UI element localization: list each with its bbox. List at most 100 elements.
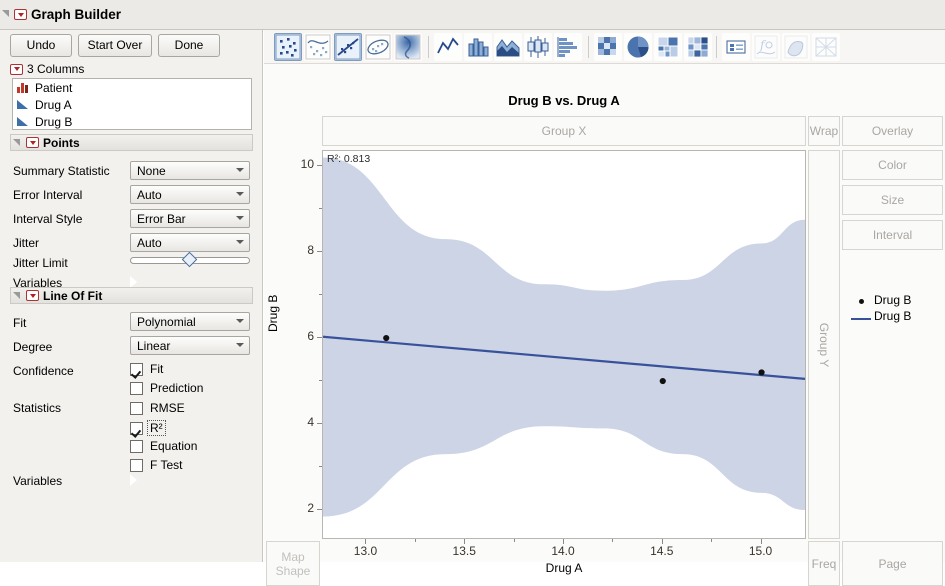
slider-thumb[interactable] <box>181 251 198 268</box>
dropzone-map-shape-line1: Map <box>281 549 305 564</box>
plot-canvas[interactable] <box>322 151 806 538</box>
confidence-prediction-checkbox[interactable] <box>130 381 143 395</box>
dropzone-interval[interactable]: Interval <box>842 220 943 250</box>
treemap-icon[interactable] <box>654 33 682 61</box>
statistics-rsquared-checkbox-row[interactable]: R² <box>130 420 166 436</box>
columns-header[interactable]: 3 Columns <box>10 62 84 76</box>
data-point[interactable] <box>758 369 765 376</box>
statistics-ftest-checkbox[interactable] <box>130 458 143 472</box>
error-interval-value: Auto <box>137 187 162 202</box>
chevron-down-icon <box>236 216 244 220</box>
plot-frame[interactable]: R²: 0.813 <box>322 150 806 539</box>
x-axis-tick-mark <box>365 539 367 544</box>
bar-chart-icon[interactable] <box>464 33 492 61</box>
area-chart-icon[interactable] <box>494 33 522 61</box>
statistics-rmse-label: RMSE <box>150 401 185 415</box>
statistics-ftest-checkbox-row[interactable]: F Test <box>130 458 182 472</box>
dropzone-group-x-label: Group X <box>541 124 587 138</box>
smoother-icon[interactable] <box>304 33 332 61</box>
confidence-fit-checkbox-row[interactable]: Fit <box>130 362 163 376</box>
line-of-fit-icon[interactable] <box>334 33 362 61</box>
red-triangle-menu-icon[interactable] <box>14 9 27 20</box>
columns-list[interactable]: Patient Drug A Drug B <box>12 78 252 130</box>
map-shapes-icon[interactable] <box>782 33 810 61</box>
graph-builder-window: Graph Builder Undo Start Over Done 3 Col… <box>0 0 945 586</box>
confidence-prediction-label: Prediction <box>150 381 204 395</box>
line-of-fit-variables-expander-icon[interactable] <box>129 473 142 487</box>
start-over-button[interactable]: Start Over <box>78 34 152 57</box>
ellipse-icon[interactable] <box>364 33 392 61</box>
dropzone-overlay[interactable]: Overlay <box>842 116 943 146</box>
interval-style-select[interactable]: Error Bar <box>130 209 250 228</box>
section-disclosure-icon[interactable] <box>13 138 23 148</box>
confidence-fit-checkbox[interactable] <box>130 362 143 376</box>
x-axis-tick-mark <box>760 539 762 544</box>
graph-type-toolbar: f <box>264 30 945 64</box>
line-of-fit-section-header[interactable]: Line Of Fit <box>10 287 253 304</box>
dropzone-size[interactable]: Size <box>842 185 943 215</box>
columns-header-label: 3 Columns <box>27 62 85 76</box>
fit-label: Fit <box>13 316 27 330</box>
data-point[interactable] <box>659 377 666 385</box>
box-plot-icon[interactable] <box>524 33 552 61</box>
summary-statistic-select[interactable]: None <box>130 161 250 180</box>
done-button[interactable]: Done <box>158 34 220 57</box>
section-disclosure-icon[interactable] <box>13 291 23 301</box>
statistics-rmse-checkbox-row[interactable]: RMSE <box>130 401 185 415</box>
x-axis-minor-tick-mark <box>513 539 515 542</box>
list-item[interactable]: Patient <box>13 79 251 96</box>
dropzone-wrap[interactable]: Wrap <box>808 116 840 146</box>
formula-icon[interactable]: f <box>752 33 780 61</box>
summary-statistic-value: None <box>137 163 166 178</box>
mosaic-icon[interactable] <box>684 33 712 61</box>
chart-area: Drug B vs. Drug A Group X Wrap Overlay C… <box>264 64 945 586</box>
degree-select[interactable]: Linear <box>130 336 250 355</box>
dropzone-page[interactable]: Page <box>842 541 943 586</box>
x-axis-tick-mark <box>661 539 663 544</box>
dropzone-freq[interactable]: Freq <box>808 541 840 586</box>
dropzone-color[interactable]: Color <box>842 150 943 180</box>
action-button-row: Undo Start Over Done <box>10 34 220 57</box>
statistics-equation-checkbox-row[interactable]: Equation <box>130 439 197 453</box>
statistics-ftest-label: F Test <box>150 458 183 472</box>
points-icon[interactable] <box>274 33 302 61</box>
dropzone-group-y[interactable]: Group Y <box>808 150 840 539</box>
interval-style-value: Error Bar <box>137 211 186 226</box>
line-mesh-icon[interactable] <box>812 33 840 61</box>
caption-box-icon[interactable] <box>722 33 750 61</box>
list-item[interactable]: Drug A <box>13 96 251 113</box>
dropzone-map-shape[interactable]: Map Shape <box>266 541 320 586</box>
statistics-rmse-checkbox[interactable] <box>130 401 143 415</box>
column-name: Drug A <box>35 97 72 112</box>
statistics-rsquared-checkbox[interactable] <box>130 421 143 435</box>
line-of-fit-red-triangle-icon[interactable] <box>26 290 39 301</box>
pie-chart-icon[interactable] <box>624 33 652 61</box>
legend-item-line[interactable]: Drug B <box>850 308 945 324</box>
legend-item-point[interactable]: Drug B <box>850 292 945 308</box>
contour-icon[interactable] <box>394 33 422 61</box>
list-item[interactable]: Drug B <box>13 113 251 130</box>
heatmap-icon[interactable] <box>594 33 622 61</box>
undo-button[interactable]: Undo <box>10 34 72 57</box>
data-point[interactable] <box>383 334 390 342</box>
line-chart-icon[interactable] <box>434 33 462 61</box>
confidence-prediction-checkbox-row[interactable]: Prediction <box>130 381 203 395</box>
line-of-fit-variables-label: Variables <box>13 474 63 488</box>
points-red-triangle-icon[interactable] <box>26 137 39 148</box>
jitter-label: Jitter <box>13 236 40 250</box>
x-axis-tick-label: 14.0 <box>551 544 575 558</box>
outline-disclosure-icon[interactable] <box>2 10 11 19</box>
histogram-icon[interactable] <box>554 33 582 61</box>
jitter-limit-slider[interactable] <box>130 251 250 268</box>
columns-red-triangle-icon[interactable] <box>10 63 23 75</box>
fit-select[interactable]: Polynomial <box>130 312 250 331</box>
points-section-header[interactable]: Points <box>10 134 253 151</box>
legend-line-label: Drug B <box>874 309 912 323</box>
dropzone-group-x[interactable]: Group X <box>322 116 806 146</box>
page-title: Graph Builder <box>31 7 122 22</box>
statistics-equation-checkbox[interactable] <box>130 439 143 453</box>
x-axis-tick-label: 14.5 <box>650 544 674 558</box>
jitter-select[interactable]: Auto <box>130 233 250 252</box>
error-interval-select[interactable]: Auto <box>130 185 250 204</box>
dropzone-color-label: Color <box>878 158 907 172</box>
